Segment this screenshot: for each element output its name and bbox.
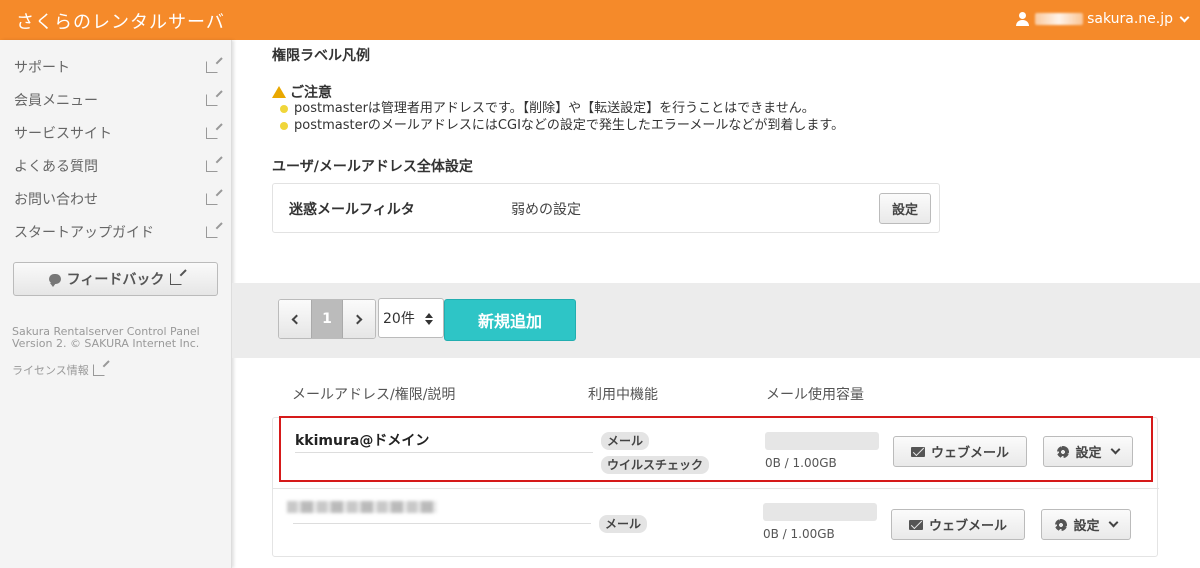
external-link-icon xyxy=(206,192,218,205)
sidebar-item-label: よくある質問 xyxy=(14,158,98,175)
spam-filter-label: 迷惑メールフィルタ xyxy=(289,202,415,218)
divider xyxy=(295,452,593,453)
select-arrows-icon xyxy=(425,313,433,325)
warning-icon xyxy=(272,86,286,98)
notice-list: postmasterは管理者用アドレスです。【削除】や【転送設定】を行うことはで… xyxy=(280,100,844,134)
column-header-address: メールアドレス/権限/説明 xyxy=(292,387,456,403)
row-settings-dropdown[interactable]: 設定 xyxy=(1043,436,1133,467)
main-content: 権限ラベル凡例 ご注意 postmasterは管理者用アドレスです。【削除】や【… xyxy=(232,40,1200,568)
table-row: メール 0B / 1.00GB ウェブメール 設定 xyxy=(273,488,1159,556)
webmail-button[interactable]: ウェブメール xyxy=(891,509,1025,540)
external-link-icon xyxy=(206,225,218,238)
sidebar-item-label: サービスサイト xyxy=(14,125,112,142)
notice-item: postmasterは管理者用アドレスです。【削除】や【転送設定】を行うことはで… xyxy=(280,100,844,117)
column-header-features: 利用中機能 xyxy=(588,387,658,403)
spam-filter-settings-button[interactable]: 設定 xyxy=(879,193,931,224)
settings-label: 設定 xyxy=(1073,519,1100,534)
prev-page-button[interactable] xyxy=(279,300,311,338)
top-bar: さくらのレンタルサーバ sakura.ne.jp xyxy=(0,0,1200,40)
sidebar: サポート 会員メニュー サービスサイト よくある質問 お問い合わせ スタートアッ… xyxy=(0,40,232,568)
divider xyxy=(293,523,591,524)
chevron-left-icon xyxy=(291,314,302,324)
mail-address[interactable]: kkimura@ドメイン xyxy=(295,430,429,450)
footer-version: Version 2. © SAKURA Internet Inc. xyxy=(12,337,200,350)
add-new-button[interactable]: 新規追加 xyxy=(444,299,576,341)
usage-progress-bar xyxy=(763,503,877,521)
sidebar-item-label: 会員メニュー xyxy=(14,92,98,109)
app-brand[interactable]: さくらのレンタルサーバ xyxy=(16,8,225,34)
per-page-value: 20件 xyxy=(383,311,415,327)
notice-item: postmasterのメールアドレスにはCGIなどの設定で発生したエラーメールな… xyxy=(280,117,844,134)
external-link-icon xyxy=(170,273,183,285)
page-button-current[interactable]: 1 xyxy=(311,300,343,338)
user-name-redacted xyxy=(1035,13,1084,25)
column-header-usage: メール使用容量 xyxy=(766,387,864,403)
row-settings-dropdown[interactable]: 設定 xyxy=(1041,509,1131,540)
sidebar-item-support[interactable]: サポート xyxy=(14,50,218,83)
chevron-down-icon xyxy=(1179,12,1190,22)
sidebar-footer: Sakura Rentalserver Control Panel Versio… xyxy=(12,326,200,350)
sidebar-item-label: スタートアップガイド xyxy=(14,224,154,241)
chevron-down-icon xyxy=(1110,444,1120,455)
legend-heading: 権限ラベル凡例 xyxy=(272,48,370,64)
webmail-label: ウェブメール xyxy=(930,446,1009,461)
sidebar-item-member-menu[interactable]: 会員メニュー xyxy=(14,83,218,116)
gear-icon xyxy=(1055,518,1068,531)
mail-address-table: kkimura@ドメイン メール ウイルスチェック 0B / 1.00GB ウェ… xyxy=(272,416,1159,557)
gear-icon xyxy=(1057,445,1070,458)
envelope-icon xyxy=(910,446,925,457)
sidebar-item-faq[interactable]: よくある質問 xyxy=(14,149,218,182)
feedback-button[interactable]: フィードバック xyxy=(13,262,218,296)
pagination: 1 xyxy=(278,299,376,339)
mail-address-redacted xyxy=(287,501,437,513)
usage-text: 0B / 1.00GB xyxy=(765,456,837,470)
spam-filter-panel: 迷惑メールフィルタ 弱めの設定 設定 xyxy=(272,183,940,233)
table-row: kkimura@ドメイン メール ウイルスチェック 0B / 1.00GB ウェ… xyxy=(279,416,1153,482)
feature-tag: ウイルスチェック xyxy=(601,456,710,474)
webmail-label: ウェブメール xyxy=(928,519,1007,534)
settings-label: 設定 xyxy=(1075,446,1102,461)
license-label: ライセンス情報 xyxy=(12,364,89,377)
notice-title-text: ご注意 xyxy=(290,85,332,101)
feedback-label: フィードバック xyxy=(66,272,165,288)
sidebar-item-startup-guide[interactable]: スタートアップガイド xyxy=(14,215,218,248)
external-link-icon xyxy=(206,126,218,139)
next-page-button[interactable] xyxy=(343,300,375,338)
external-link-icon xyxy=(206,93,218,106)
per-page-select[interactable]: 20件 xyxy=(378,298,444,338)
sidebar-item-contact[interactable]: お問い合わせ xyxy=(14,182,218,215)
usage-progress-bar xyxy=(765,432,879,450)
sidebar-item-label: お問い合わせ xyxy=(14,191,98,208)
feature-tag: メール xyxy=(599,515,648,533)
sidebar-item-label: サポート xyxy=(14,59,70,76)
chevron-down-icon xyxy=(1108,517,1118,528)
global-settings-heading: ユーザ/メールアドレス全体設定 xyxy=(272,159,473,175)
sidebar-item-service-site[interactable]: サービスサイト xyxy=(14,116,218,149)
external-link-icon xyxy=(206,60,218,73)
user-icon xyxy=(1015,12,1031,26)
spam-filter-value: 弱めの設定 xyxy=(511,202,581,218)
notice-title: ご注意 xyxy=(272,82,332,102)
external-link-icon xyxy=(92,364,105,376)
chat-icon xyxy=(48,274,61,287)
user-menu[interactable]: sakura.ne.jp xyxy=(1015,11,1190,27)
chevron-right-icon xyxy=(352,314,363,324)
pagination-bar: 1 20件 新規追加 xyxy=(232,283,1200,358)
envelope-icon xyxy=(908,519,923,530)
webmail-button[interactable]: ウェブメール xyxy=(893,436,1027,467)
external-link-icon xyxy=(206,159,218,172)
feature-tag: メール xyxy=(601,432,650,450)
user-domain: sakura.ne.jp xyxy=(1087,11,1173,27)
license-link[interactable]: ライセンス情報 xyxy=(12,362,105,378)
usage-text: 0B / 1.00GB xyxy=(763,527,835,541)
